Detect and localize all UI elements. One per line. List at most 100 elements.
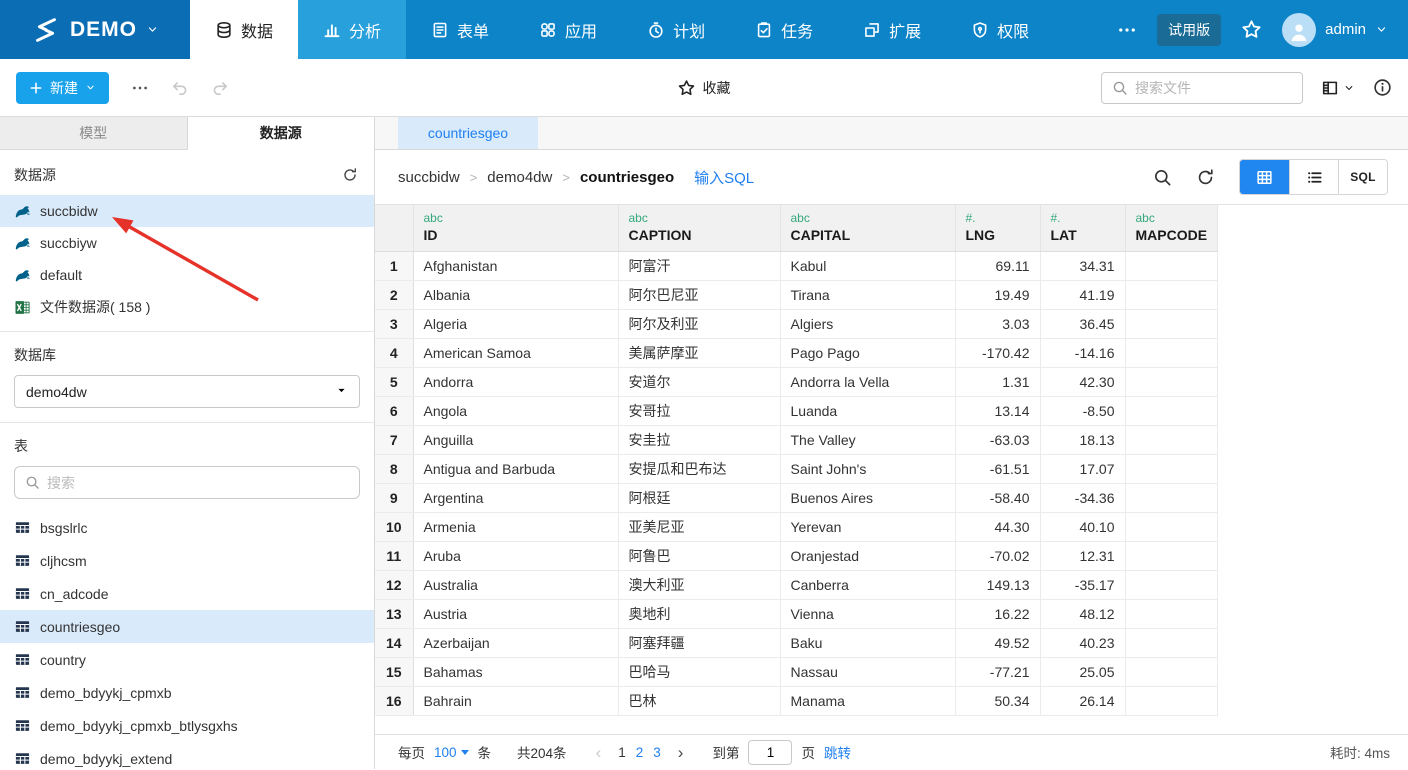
grid-actions: SQL bbox=[1153, 159, 1388, 195]
redo-icon[interactable] bbox=[211, 79, 229, 97]
goto-page-input[interactable] bbox=[748, 740, 792, 765]
nav-item-label: 计划 bbox=[673, 18, 705, 42]
new-button[interactable]: 新建 bbox=[16, 72, 109, 104]
more-menu-icon[interactable] bbox=[1117, 20, 1137, 40]
database-select[interactable]: demo4dw bbox=[14, 375, 360, 408]
mysql-icon bbox=[14, 267, 31, 284]
nav-item-permission[interactable]: 权限 bbox=[946, 0, 1054, 59]
column-header-capital[interactable]: abcCAPITAL bbox=[780, 205, 955, 251]
info-icon[interactable] bbox=[1373, 78, 1392, 97]
enter-sql-link[interactable]: 输入SQL bbox=[694, 167, 754, 188]
page-number[interactable]: 1 bbox=[613, 745, 631, 760]
more-actions-icon[interactable] bbox=[131, 79, 149, 97]
favorite-button[interactable]: 收藏 bbox=[678, 78, 731, 98]
nav-item-apps[interactable]: 应用 bbox=[514, 0, 622, 59]
page-number[interactable]: 3 bbox=[648, 745, 666, 760]
column-header-lat[interactable]: #. LAT bbox=[1040, 205, 1125, 251]
search-icon[interactable] bbox=[1153, 168, 1172, 187]
table-cell: Buenos Aires bbox=[780, 483, 955, 512]
breadcrumb-database[interactable]: demo4dw bbox=[487, 169, 552, 186]
per-page-select[interactable]: 100 bbox=[434, 745, 469, 760]
table-item[interactable]: demo_bdyykj_cpmxb_btlysgxhs bbox=[0, 709, 374, 742]
table-cell: 40.10 bbox=[1040, 512, 1125, 541]
datasource-name: 文件数据源( 158 ) bbox=[40, 297, 150, 317]
favorites-star-icon[interactable] bbox=[1241, 19, 1262, 40]
column-type: abc bbox=[424, 211, 608, 225]
table-row: 3Algeria阿尔及利亚Algiers3.0336.45 bbox=[375, 309, 1218, 338]
column-name: LAT bbox=[1051, 227, 1115, 243]
breadcrumb-datasource[interactable]: succbidw bbox=[398, 169, 460, 186]
page-number[interactable]: 2 bbox=[631, 745, 649, 760]
table-cell: 40.23 bbox=[1040, 628, 1125, 657]
column-header-lng[interactable]: #.LNG bbox=[955, 205, 1040, 251]
tab-model[interactable]: 模型 bbox=[0, 117, 188, 150]
prev-page-button[interactable]: ‹ bbox=[593, 744, 605, 761]
layout-switch-button[interactable] bbox=[1321, 79, 1355, 97]
table-icon bbox=[14, 519, 31, 536]
breadcrumb-table: countriesgeo bbox=[580, 169, 674, 186]
table-cell: Aruba bbox=[413, 541, 618, 570]
table-cell: Saint John's bbox=[780, 454, 955, 483]
file-search bbox=[1101, 72, 1303, 104]
brand[interactable]: DEMO bbox=[0, 0, 190, 59]
table-cell bbox=[1125, 338, 1218, 367]
table-row: 11Aruba阿鲁巴Oranjestad-70.0212.31 bbox=[375, 541, 1218, 570]
column-header-id[interactable]: abcID bbox=[413, 205, 618, 251]
table-item[interactable]: cljhcsm bbox=[0, 544, 374, 577]
tab-datasource[interactable]: 数据源 bbox=[188, 117, 375, 150]
table-cell: Manama bbox=[780, 686, 955, 715]
list-view-icon bbox=[1306, 169, 1323, 186]
datasource-item[interactable]: 文件数据源( 158 ) bbox=[0, 291, 374, 323]
column-header-caption[interactable]: abcCAPTION bbox=[618, 205, 780, 251]
list-view-button[interactable] bbox=[1289, 160, 1338, 194]
nav-item-analysis[interactable]: 分析 bbox=[298, 0, 406, 59]
nav-item-form[interactable]: 表单 bbox=[406, 0, 514, 59]
nav-item-plan[interactable]: 计划 bbox=[622, 0, 730, 59]
next-page-button[interactable]: › bbox=[675, 744, 687, 761]
goto-button[interactable]: 跳转 bbox=[824, 742, 851, 762]
table-cell: 阿尔及利亚 bbox=[618, 309, 780, 338]
sql-view-button[interactable]: SQL bbox=[1338, 160, 1387, 194]
table-search-input[interactable] bbox=[47, 475, 349, 491]
datasource-name: succbiyw bbox=[40, 235, 97, 251]
table-item[interactable]: demo_bdyykj_extend bbox=[0, 742, 374, 770]
tab-countriesgeo[interactable]: countriesgeo bbox=[398, 117, 538, 149]
table-item[interactable]: countriesgeo bbox=[0, 610, 374, 643]
datasource-item[interactable]: succbiyw bbox=[0, 227, 374, 259]
datasource-item[interactable]: default bbox=[0, 259, 374, 291]
table-cell: 安哥拉 bbox=[618, 396, 780, 425]
row-number-cell: 12 bbox=[375, 570, 413, 599]
row-number-cell: 14 bbox=[375, 628, 413, 657]
table-item[interactable]: bsgslrlc bbox=[0, 511, 374, 544]
breadcrumb: succbidw > demo4dw > countriesgeo bbox=[398, 169, 674, 186]
undo-icon[interactable] bbox=[171, 79, 189, 97]
table-item[interactable]: cn_adcode bbox=[0, 577, 374, 610]
refresh-icon[interactable] bbox=[1196, 168, 1215, 187]
nav-item-extension[interactable]: 扩展 bbox=[838, 0, 946, 59]
table-item[interactable]: demo_bdyykj_cpmxb bbox=[0, 676, 374, 709]
table-cell: 149.13 bbox=[955, 570, 1040, 599]
table-icon bbox=[14, 618, 31, 635]
column-name: MAPCODE bbox=[1136, 227, 1208, 243]
nav-item-data[interactable]: 数据 bbox=[190, 0, 298, 59]
refresh-icon[interactable] bbox=[342, 167, 358, 183]
column-header-mapcode[interactable]: abcMAPCODE bbox=[1125, 205, 1218, 251]
table-cell: 50.34 bbox=[955, 686, 1040, 715]
content: 模型 数据源 数据源 succbidwsuccbiywdefault文件数据源(… bbox=[0, 117, 1408, 769]
nav-item-tasks[interactable]: 任务 bbox=[730, 0, 838, 59]
table-item[interactable]: country bbox=[0, 643, 374, 676]
file-search-input[interactable] bbox=[1135, 80, 1316, 96]
breadcrumb-row: succbidw > demo4dw > countriesgeo 输入SQL bbox=[375, 150, 1408, 205]
trial-badge: 试用版 bbox=[1157, 14, 1221, 46]
table-cell: 亚美尼亚 bbox=[618, 512, 780, 541]
table-cell: Oranjestad bbox=[780, 541, 955, 570]
user-menu[interactable]: admin bbox=[1282, 13, 1388, 47]
table-cell bbox=[1125, 570, 1218, 599]
column-type: #. bbox=[1051, 211, 1115, 225]
new-button-label: 新建 bbox=[50, 78, 78, 98]
table-cell: 17.07 bbox=[1040, 454, 1125, 483]
datasource-item[interactable]: succbidw bbox=[0, 195, 374, 227]
table-cell: Bahrain bbox=[413, 686, 618, 715]
table-cell: 阿尔巴尼亚 bbox=[618, 280, 780, 309]
grid-view-button[interactable] bbox=[1240, 160, 1289, 194]
